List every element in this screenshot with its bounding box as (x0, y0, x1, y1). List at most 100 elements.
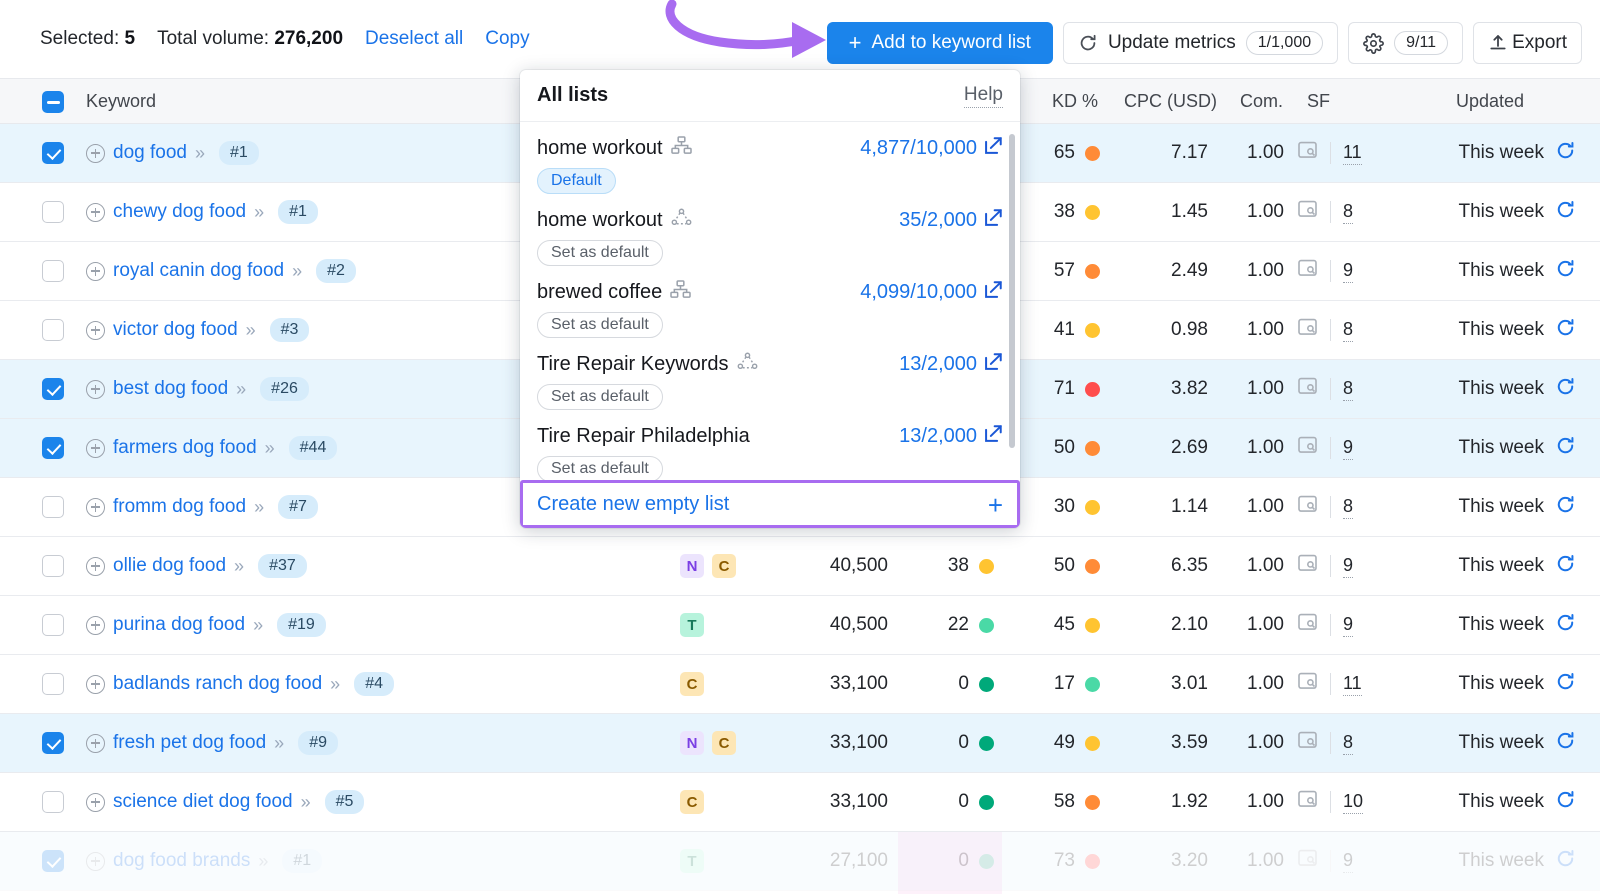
sf-cell[interactable]: 11 (1298, 655, 1362, 713)
select-all-checkbox[interactable] (42, 91, 64, 113)
add-keyword-icon[interactable] (86, 852, 105, 871)
set-as-default-button[interactable]: Set as default (537, 456, 663, 480)
serp-features-icon[interactable] (1298, 377, 1318, 401)
refresh-icon[interactable] (1555, 494, 1576, 521)
refresh-icon[interactable] (1555, 140, 1576, 167)
serp-features-icon[interactable] (1298, 613, 1318, 637)
chevron-right-icon[interactable]: » (234, 556, 242, 577)
sf-cell[interactable]: 8 (1298, 478, 1353, 536)
sf-cell[interactable]: 8 (1298, 360, 1353, 418)
list-count[interactable]: 13/2,000 (899, 352, 1003, 377)
table-row[interactable]: fresh pet dog food»#9NC33,1000493.591.00… (0, 714, 1600, 773)
chevron-right-icon[interactable]: » (195, 143, 203, 164)
row-checkbox[interactable] (42, 714, 64, 772)
sf-value[interactable]: 9 (1343, 260, 1353, 283)
table-row[interactable]: dog food brands»#1T27,1000733.201.009Thi… (0, 832, 1600, 891)
sf-cell[interactable]: 9 (1298, 419, 1353, 477)
add-keyword-icon[interactable] (86, 144, 105, 163)
keyword-cell[interactable]: victor dog food»#3 (86, 301, 309, 359)
table-row[interactable]: ollie dog food»#37NC40,50038506.351.009T… (0, 537, 1600, 596)
refresh-icon[interactable] (1555, 199, 1576, 226)
refresh-icon[interactable] (1555, 435, 1576, 462)
intent-badge[interactable]: C (712, 554, 736, 578)
keyword-cell[interactable]: royal canin dog food»#2 (86, 242, 356, 300)
sf-value[interactable]: 9 (1343, 555, 1353, 578)
keyword-label[interactable]: chewy dog food (113, 201, 246, 223)
list-item[interactable]: home workout4,877/10,000Default (520, 130, 1020, 202)
set-as-default-button[interactable]: Set as default (537, 384, 663, 410)
keyword-cell[interactable]: science diet dog food»#5 (86, 773, 364, 831)
dropdown-scrollbar[interactable] (1009, 134, 1015, 448)
sf-cell[interactable]: 8 (1298, 183, 1353, 241)
refresh-icon[interactable] (1555, 789, 1576, 816)
intent-badge[interactable]: C (712, 731, 736, 755)
serp-features-icon[interactable] (1298, 790, 1318, 814)
keyword-cell[interactable]: badlands ranch dog food»#4 (86, 655, 394, 713)
serp-features-icon[interactable] (1298, 495, 1318, 519)
add-keyword-icon[interactable] (86, 557, 105, 576)
chevron-right-icon[interactable]: » (330, 674, 338, 695)
keyword-cell[interactable]: fresh pet dog food»#9 (86, 714, 338, 772)
chevron-right-icon[interactable]: » (274, 733, 282, 754)
row-checkbox[interactable] (42, 478, 64, 536)
sf-value[interactable]: 9 (1343, 850, 1353, 873)
header-com[interactable]: Com. (1240, 79, 1283, 124)
keyword-label[interactable]: royal canin dog food (113, 260, 284, 282)
keyword-label[interactable]: purina dog food (113, 614, 245, 636)
chevron-right-icon[interactable]: » (292, 261, 300, 282)
keyword-cell[interactable]: best dog food»#26 (86, 360, 309, 418)
intent-badge[interactable]: T (680, 849, 704, 873)
keyword-label[interactable]: dog food (113, 142, 187, 164)
columns-settings-button[interactable]: 9/11 (1348, 22, 1463, 64)
add-keyword-icon[interactable] (86, 734, 105, 753)
refresh-icon[interactable] (1555, 848, 1576, 875)
add-keyword-icon[interactable] (86, 380, 105, 399)
row-checkbox[interactable] (42, 242, 64, 300)
table-row[interactable]: badlands ranch dog food»#4C33,1000173.01… (0, 655, 1600, 714)
add-keyword-icon[interactable] (86, 498, 105, 517)
header-sf[interactable]: SF (1307, 79, 1330, 124)
keyword-cell[interactable]: dog food brands»#1 (86, 832, 322, 890)
list-item[interactable]: Tire Repair Philadelphia13/2,000Set as d… (520, 418, 1020, 480)
intent-badge[interactable]: N (680, 554, 704, 578)
add-keyword-icon[interactable] (86, 616, 105, 635)
keyword-label[interactable]: fromm dog food (113, 496, 246, 518)
serp-features-icon[interactable] (1298, 318, 1318, 342)
row-checkbox[interactable] (42, 773, 64, 831)
external-link-icon[interactable] (984, 280, 1003, 305)
keyword-label[interactable]: badlands ranch dog food (113, 673, 322, 695)
chevron-right-icon[interactable]: » (254, 497, 262, 518)
list-item[interactable]: Tire Repair Keywords13/2,000Set as defau… (520, 346, 1020, 418)
row-checkbox[interactable] (42, 183, 64, 241)
add-keyword-icon[interactable] (86, 262, 105, 281)
external-link-icon[interactable] (984, 208, 1003, 233)
sf-cell[interactable]: 8 (1298, 301, 1353, 359)
serp-features-icon[interactable] (1298, 436, 1318, 460)
add-keyword-icon[interactable] (86, 675, 105, 694)
sf-value[interactable]: 11 (1343, 142, 1362, 165)
sf-value[interactable]: 8 (1343, 496, 1353, 519)
keyword-cell[interactable]: farmers dog food»#44 (86, 419, 337, 477)
refresh-icon[interactable] (1555, 553, 1576, 580)
chevron-right-icon[interactable]: » (258, 851, 266, 872)
row-checkbox[interactable] (42, 596, 64, 654)
table-row[interactable]: purina dog food»#19T40,50022452.101.009T… (0, 596, 1600, 655)
sf-cell[interactable]: 9 (1298, 832, 1353, 890)
set-as-default-button[interactable]: Set as default (537, 312, 663, 338)
chevron-right-icon[interactable]: » (236, 379, 244, 400)
keyword-label[interactable]: ollie dog food (113, 555, 226, 577)
add-to-keyword-list-button[interactable]: + Add to keyword list (827, 22, 1053, 64)
chevron-right-icon[interactable]: » (301, 792, 309, 813)
intent-badge[interactable]: C (680, 672, 704, 696)
row-checkbox[interactable] (42, 832, 64, 890)
row-checkbox[interactable] (42, 655, 64, 713)
update-metrics-button[interactable]: Update metrics 1/1,000 (1063, 22, 1338, 64)
intent-badge[interactable]: N (680, 731, 704, 755)
intent-badge[interactable]: C (680, 790, 704, 814)
add-keyword-icon[interactable] (86, 439, 105, 458)
keyword-cell[interactable]: fromm dog food»#7 (86, 478, 318, 536)
create-new-empty-list-button[interactable]: Create new empty list + (520, 480, 1020, 528)
external-link-icon[interactable] (984, 136, 1003, 161)
list-item[interactable]: home workout35/2,000Set as default (520, 202, 1020, 274)
sf-value[interactable]: 11 (1343, 673, 1362, 696)
